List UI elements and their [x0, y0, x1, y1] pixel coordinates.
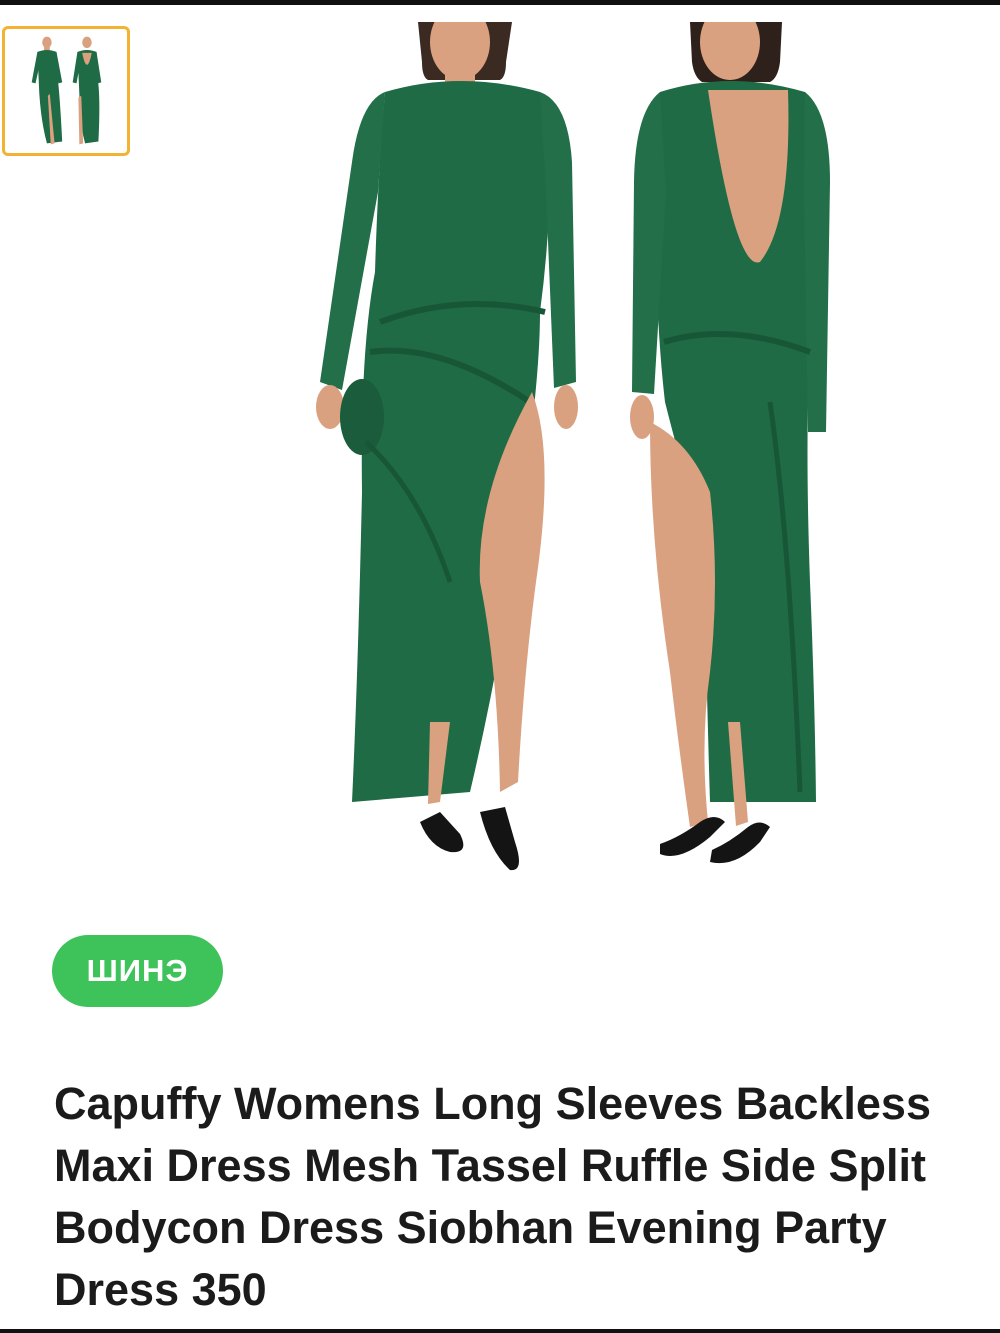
product-title: Capuffy Womens Long Sleeves Backless Max…	[54, 1078, 931, 1315]
dress-photo-illustration	[316, 22, 830, 871]
thumbnail-image	[31, 36, 102, 145]
product-main-image[interactable]	[300, 22, 840, 884]
status-bar-edge	[0, 0, 1000, 5]
front-model	[316, 22, 578, 871]
new-badge: ШИНЭ	[52, 935, 223, 1007]
back-model	[630, 22, 830, 864]
gallery-thumbnail-1[interactable]	[2, 26, 130, 156]
screen-bottom-edge	[0, 1329, 1000, 1333]
